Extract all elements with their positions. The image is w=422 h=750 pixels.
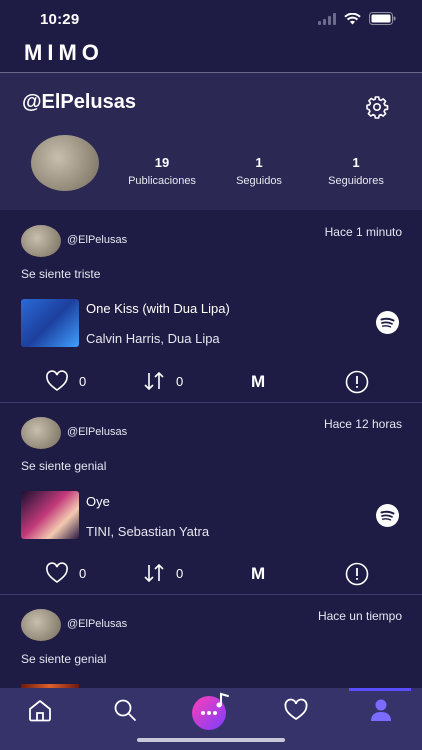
post-username[interactable]: @ElPelusas bbox=[67, 234, 127, 246]
post-avatar[interactable] bbox=[21, 609, 61, 641]
post-actions: 0 0 M bbox=[0, 562, 422, 586]
spotify-icon[interactable] bbox=[376, 311, 399, 334]
repost-icon bbox=[144, 563, 164, 583]
post-mood: Se siente triste bbox=[21, 267, 101, 281]
status-bar: 10:29 bbox=[0, 0, 422, 40]
battery-icon bbox=[369, 12, 396, 25]
like-count: 0 bbox=[79, 373, 87, 389]
post-card: @ElPelusas Hace un tiempo Se siente geni… bbox=[0, 595, 422, 688]
stat-seguidores[interactable]: 1 Seguidores bbox=[322, 155, 390, 187]
post-actions: 0 0 M bbox=[0, 370, 422, 394]
profile-avatar[interactable] bbox=[31, 135, 99, 191]
stat-value: 19 bbox=[154, 155, 170, 170]
stat-seguidos[interactable]: 1 Seguidos bbox=[228, 155, 290, 187]
report-icon[interactable] bbox=[345, 370, 369, 394]
like-button[interactable]: 0 bbox=[45, 370, 86, 392]
mimo-m-button[interactable]: M bbox=[251, 564, 265, 584]
heart-icon bbox=[46, 370, 68, 391]
stat-value: 1 bbox=[352, 155, 360, 170]
wifi-icon bbox=[344, 12, 361, 24]
status-icons bbox=[318, 12, 396, 25]
repost-button[interactable]: 0 bbox=[142, 370, 183, 392]
home-icon[interactable] bbox=[27, 698, 53, 722]
status-time: 10:29 bbox=[40, 11, 80, 28]
album-cover[interactable] bbox=[21, 299, 79, 347]
like-button[interactable]: 0 bbox=[45, 562, 86, 584]
song-title[interactable]: One Kiss (with Dua Lipa) bbox=[86, 301, 230, 316]
mimo-m-button[interactable]: M bbox=[251, 372, 265, 392]
song-artist: TINI, Sebastian Yatra bbox=[86, 524, 210, 539]
song-title[interactable]: Oye bbox=[86, 494, 110, 509]
post-username[interactable]: @ElPelusas bbox=[67, 426, 127, 438]
repost-count: 0 bbox=[176, 373, 184, 389]
search-icon[interactable] bbox=[112, 698, 138, 722]
post-mood: Se siente genial bbox=[21, 652, 107, 666]
post-time: Hace 12 horas bbox=[323, 417, 402, 431]
post-time: Hace un tiempo bbox=[317, 609, 402, 623]
profile-username: @ElPelusas bbox=[22, 91, 137, 113]
post-avatar[interactable] bbox=[21, 417, 61, 449]
repost-button[interactable]: 0 bbox=[142, 562, 183, 584]
post-mood: Se siente genial bbox=[21, 459, 107, 473]
spotify-icon[interactable] bbox=[376, 504, 399, 527]
stat-label: Publicaciones bbox=[128, 175, 196, 187]
album-cover[interactable] bbox=[21, 491, 79, 539]
post-time: Hace 1 minuto bbox=[324, 225, 402, 239]
report-icon[interactable] bbox=[345, 562, 369, 586]
post-card: @ElPelusas Hace 1 minuto Se siente trist… bbox=[0, 210, 422, 402]
repost-count: 0 bbox=[176, 565, 184, 581]
heart-icon[interactable] bbox=[283, 698, 309, 722]
gear-icon[interactable] bbox=[365, 95, 389, 119]
app-logo: MIMO bbox=[24, 40, 104, 65]
profile-panel: @ElPelusas 19 Publicaciones 1 Seguidos 1… bbox=[0, 73, 422, 210]
music-center-icon[interactable] bbox=[191, 691, 231, 731]
stat-label: Seguidores bbox=[328, 175, 384, 187]
post-card: @ElPelusas Hace 12 horas Se siente genia… bbox=[0, 403, 422, 594]
profile-icon[interactable] bbox=[368, 698, 394, 722]
home-indicator bbox=[137, 738, 285, 742]
cellular-signal-icon bbox=[318, 12, 336, 25]
heart-icon bbox=[46, 562, 68, 583]
repost-icon bbox=[144, 371, 164, 391]
stat-value: 1 bbox=[255, 155, 263, 170]
stat-publicaciones[interactable]: 19 Publicaciones bbox=[121, 155, 203, 187]
like-count: 0 bbox=[79, 565, 87, 581]
active-tab-indicator bbox=[349, 688, 411, 691]
stat-label: Seguidos bbox=[236, 175, 282, 187]
song-artist: Calvin Harris, Dua Lipa bbox=[86, 331, 220, 346]
post-username[interactable]: @ElPelusas bbox=[67, 618, 127, 630]
post-avatar[interactable] bbox=[21, 225, 61, 257]
